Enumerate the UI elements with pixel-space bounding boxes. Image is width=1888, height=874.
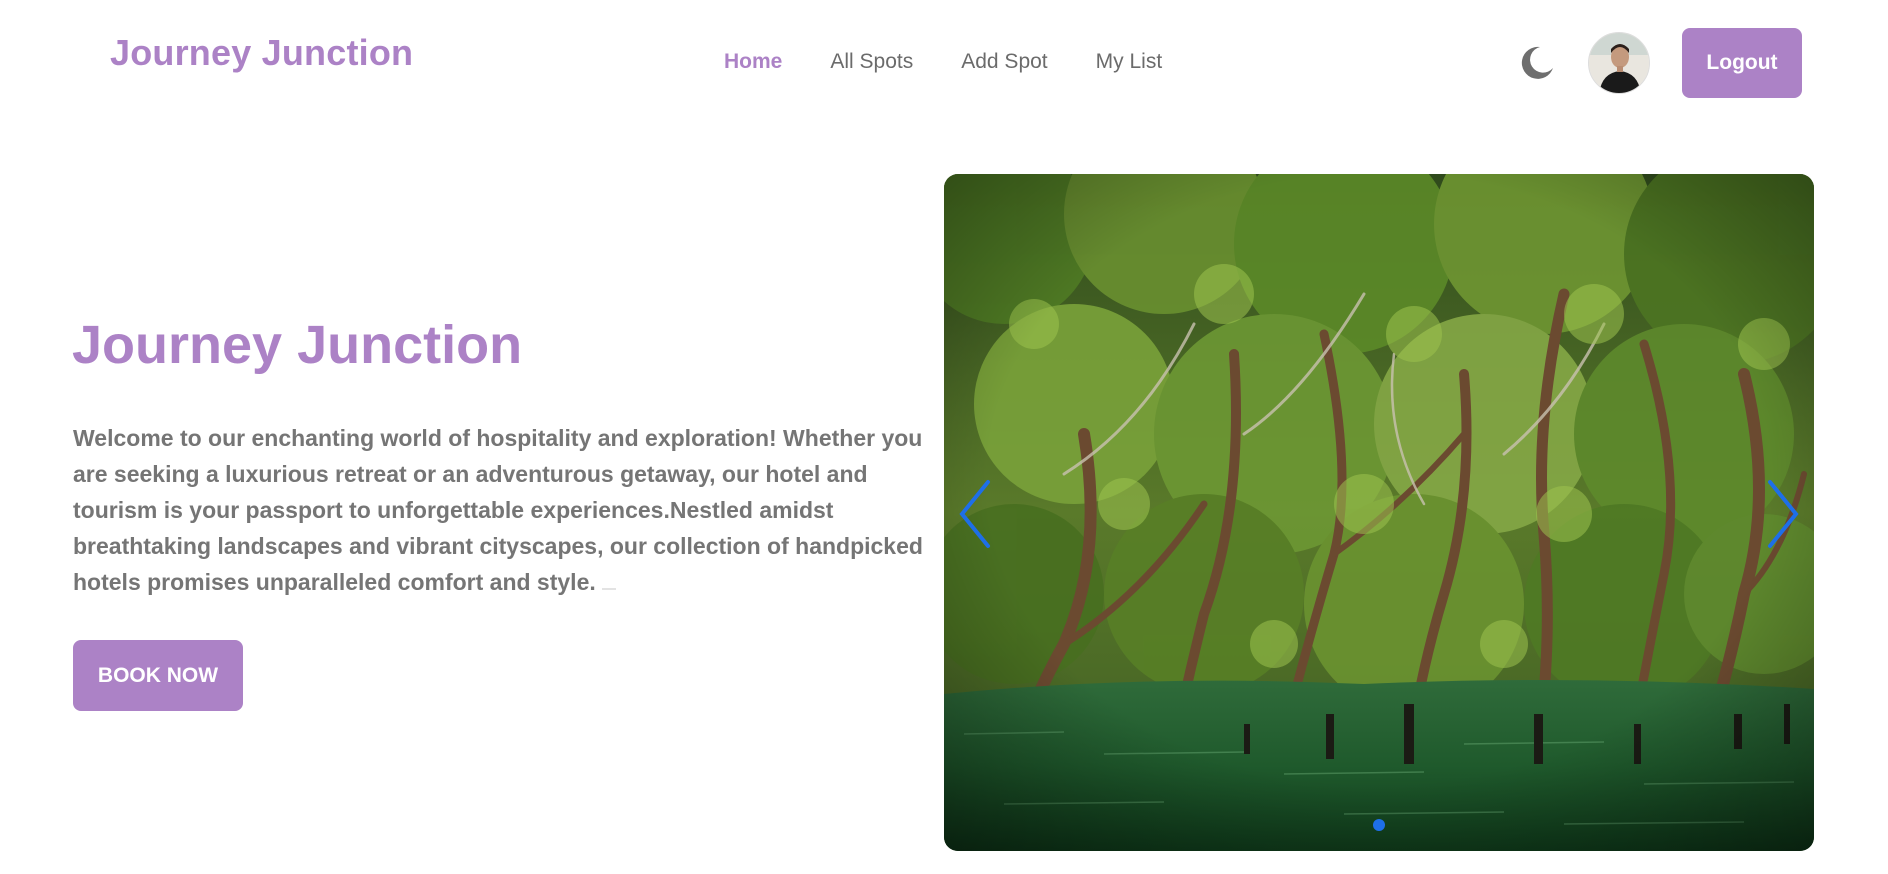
moon-icon[interactable] xyxy=(1518,44,1556,82)
chevron-left-icon[interactable] xyxy=(954,474,1004,554)
site-logo[interactable]: Journey Junction xyxy=(110,32,413,74)
carousel-dot[interactable] xyxy=(1373,819,1385,831)
book-now-button[interactable]: BOOK NOW xyxy=(73,640,243,711)
carousel-pagination xyxy=(944,819,1814,831)
hero-title: Journey Junction xyxy=(72,315,523,375)
logout-button[interactable]: Logout xyxy=(1682,28,1802,98)
image-carousel xyxy=(944,174,1814,851)
mangrove-forest-image xyxy=(944,174,1814,851)
nav-home[interactable]: Home xyxy=(724,50,782,74)
nav-all-spots[interactable]: All Spots xyxy=(830,50,913,74)
chevron-right-icon[interactable] xyxy=(1754,474,1804,554)
avatar[interactable] xyxy=(1588,32,1650,94)
typing-cursor xyxy=(601,588,616,590)
hero-description: Welcome to our enchanting world of hospi… xyxy=(73,420,923,600)
main-nav: Home All Spots Add Spot My List xyxy=(724,50,1210,74)
nav-add-spot[interactable]: Add Spot xyxy=(961,50,1047,74)
nav-my-list[interactable]: My List xyxy=(1096,50,1163,74)
hero-description-text: Welcome to our enchanting world of hospi… xyxy=(73,425,923,595)
